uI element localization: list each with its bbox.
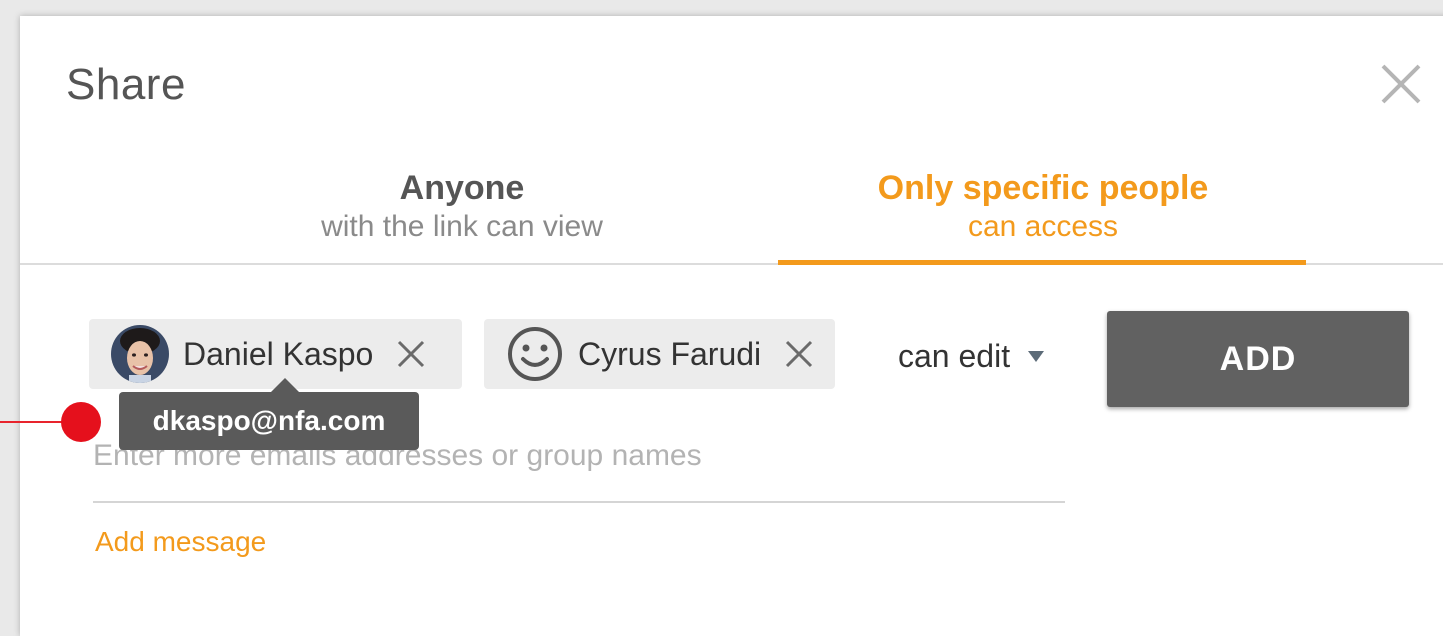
add-button[interactable]: ADD: [1107, 311, 1409, 407]
tab-anyone[interactable]: Anyone with the link can view: [250, 166, 674, 244]
recipient-name: Daniel Kaspo: [183, 335, 374, 372]
access-tabs: Anyone with the link can view Only speci…: [20, 166, 1443, 266]
tab-specific-people[interactable]: Only specific people can access: [778, 166, 1308, 244]
pointer-line: [0, 421, 66, 423]
email-tooltip: dkaspo@nfa.com: [119, 392, 419, 450]
recipient-name: Cyrus Farudi: [578, 335, 762, 372]
tab-anyone-subtitle: with the link can view: [321, 210, 603, 243]
tab-anyone-title: Anyone: [399, 169, 525, 207]
share-dialog: Share Anyone with the link can view Only…: [20, 16, 1443, 636]
add-message-link[interactable]: Add message: [95, 526, 266, 558]
tooltip-arrow: [271, 378, 299, 392]
remove-recipient-icon[interactable]: [395, 338, 427, 370]
remove-recipient-icon[interactable]: [783, 338, 815, 370]
pointer-dot: [61, 402, 101, 442]
photo-avatar: [111, 325, 169, 383]
tab-specific-subtitle: can access: [967, 210, 1119, 243]
recipient-chip[interactable]: Cyrus Farudi: [484, 319, 835, 389]
input-underline: [93, 501, 1065, 503]
smiley-face-icon: [506, 325, 564, 383]
tab-specific-title: Only specific people: [877, 169, 1209, 207]
permission-dropdown[interactable]: can edit: [898, 334, 1045, 378]
permission-label: can edit: [898, 337, 1011, 374]
caret-down-icon: [1028, 350, 1045, 362]
active-tab-indicator: [778, 260, 1306, 265]
dialog-title: Share: [66, 60, 186, 109]
close-icon[interactable]: [1377, 60, 1425, 108]
